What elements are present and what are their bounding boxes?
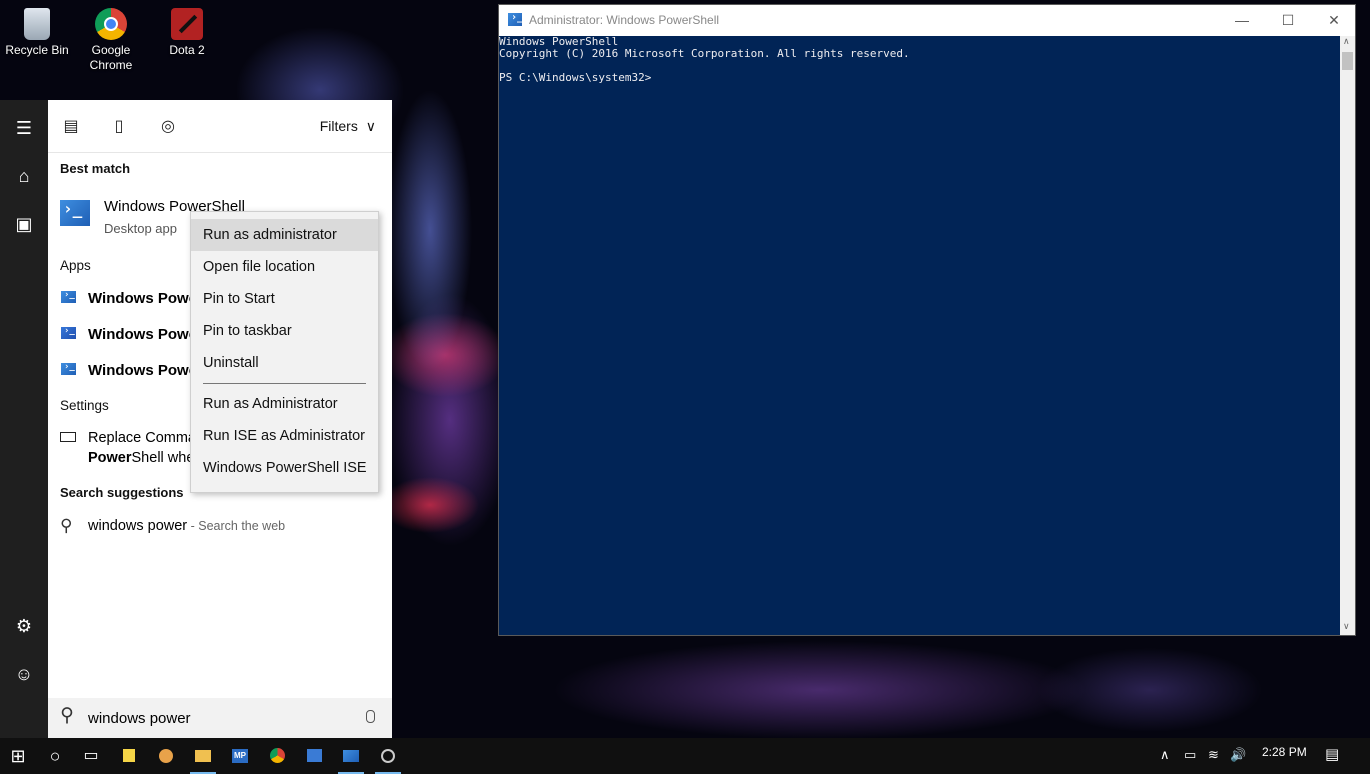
app-result-label: Windows Powe [88,362,198,379]
chevron-down-icon: ∨ [365,118,376,134]
filter-documents-icon[interactable]: ▯ [106,114,132,140]
desktop-icon-label: Google Chrome [89,43,133,72]
search-icon: ⚲ [60,516,73,535]
powershell-console[interactable]: Windows PowerShell Copyright (C) 2016 Mic… [499,36,1340,635]
desktop-icon-google-chrome[interactable]: Google Chrome [74,6,148,73]
start-button-icon[interactable]: ⊞ [3,742,33,770]
powershell-app-icon [61,326,76,339]
powershell-taskbar-icon[interactable] [336,742,366,774]
settings-result-line2: PowerShell whe [88,450,195,466]
menu-run-as-administrator[interactable]: Run as administrator [191,219,378,251]
powershell-app-icon [61,290,76,303]
app-result-label: Windows Powe [88,326,198,343]
filters-label: Filters [319,118,358,134]
menu-pin-to-taskbar[interactable]: Pin to taskbar [191,315,378,347]
microphone-icon[interactable] [366,710,375,723]
minimize-button[interactable]: — [1219,5,1265,35]
taskbar: ⊞ ○ ▭ MP ∧ ▭ ≋ 🔊 2:28 PM ▤ [0,738,1370,774]
powershell-window[interactable]: Administrator: Windows PowerShell — ☐ ✕ … [498,4,1356,636]
maximize-button[interactable]: ☐ [1265,5,1311,35]
menu-run-as-administrator-task[interactable]: Run as Administrator [191,388,378,420]
home-icon[interactable]: ⌂ [0,156,48,196]
desktop-icon-recycle-bin[interactable]: Recycle Bin [0,6,74,58]
filters-button[interactable]: Filters ∨ [320,118,376,135]
battery-icon[interactable]: ▭ [1184,747,1196,763]
menu-open-file-location[interactable]: Open file location [191,251,378,283]
suggestion-query: windows power - Search the web [88,518,286,534]
menu-pin-to-start[interactable]: Pin to Start [191,283,378,315]
outlook-icon[interactable] [299,742,329,770]
filter-bar: ▤ ▯ ◎ Filters ∨ [48,100,392,153]
menu-windows-powershell-ise[interactable]: Windows PowerShell ISE [191,452,378,484]
console-scrollbar[interactable]: ∧ ∨ [1340,36,1355,635]
close-button[interactable]: ✕ [1311,5,1357,35]
search-box-icon: ⚲ [60,705,74,726]
chrome-icon [95,8,127,40]
action-center-icon[interactable]: ▤ [1325,745,1339,763]
tray-chevron-icon[interactable]: ∧ [1160,747,1170,763]
dota2-icon [171,8,203,40]
feedback-icon[interactable]: ☺ [0,654,48,694]
window-title: Administrator: Windows PowerShell [529,13,720,27]
cortana-icon[interactable]: ○ [40,742,70,770]
desktop-icon-label: Dota 2 [169,43,205,57]
menu-separator [203,383,366,384]
paint-icon[interactable] [151,742,181,770]
filter-web-icon[interactable]: ◎ [155,114,181,140]
app-result-label: Windows Powe [88,290,198,307]
start-rail: ☰ ⌂ ▣ ⚙ ☺ [0,100,48,738]
web-suggestion[interactable]: ⚲ windows power - Search the web [48,514,392,542]
powershell-app-icon [60,199,90,226]
settings-gear-icon[interactable]: ⚙ [0,606,48,646]
menu-run-ise-as-administrator[interactable]: Run ISE as Administrator [191,420,378,452]
filter-apps-icon[interactable]: ▤ [58,114,84,140]
menu-uninstall[interactable]: Uninstall [191,347,378,379]
apps-heading: Apps [60,258,91,273]
recycle-bin-icon [24,8,50,40]
file-explorer-icon[interactable] [188,742,218,774]
desktop-icon-label: Recycle Bin [5,43,69,57]
app-taskbar-icon[interactable] [373,742,403,774]
context-menu: Run as administrator Open file location … [190,211,379,493]
chrome-taskbar-icon[interactable] [262,742,292,770]
network-icon[interactable]: ≋ [1208,747,1219,763]
task-view-icon[interactable]: ▭ [76,742,106,770]
settings-result-line1: Replace Comma [88,430,196,446]
best-match-heading: Best match [60,161,131,176]
powershell-app-icon [61,362,76,375]
search-input[interactable] [88,707,348,729]
powershell-icon [508,12,523,26]
scroll-up-icon[interactable]: ∧ [1343,36,1350,47]
clock-time[interactable]: 2:28 PM [1262,745,1307,759]
taskbar-settings-icon [60,432,76,442]
scrollbar-thumb[interactable] [1342,52,1353,70]
desktop-icon-dota2[interactable]: Dota 2 [150,6,224,58]
search-box[interactable]: ⚲ [48,698,392,738]
volume-icon[interactable]: 🔊 [1230,747,1246,763]
console-line: Copyright (C) 2016 Microsoft Corporation… [499,47,910,60]
notebook-icon[interactable]: ▣ [0,204,48,244]
hamburger-menu-icon[interactable]: ☰ [0,108,48,148]
powershell-titlebar[interactable]: Administrator: Windows PowerShell — ☐ ✕ [499,5,1355,36]
search-suggestions-heading: Search suggestions [60,485,184,500]
settings-heading: Settings [60,398,109,413]
console-prompt: PS C:\Windows\system32> [499,71,652,84]
best-match-subtitle: Desktop app [104,221,177,236]
sticky-notes-icon[interactable] [114,742,144,770]
scroll-down-icon[interactable]: ∨ [1343,621,1350,632]
mp-app-icon[interactable]: MP [225,742,255,770]
